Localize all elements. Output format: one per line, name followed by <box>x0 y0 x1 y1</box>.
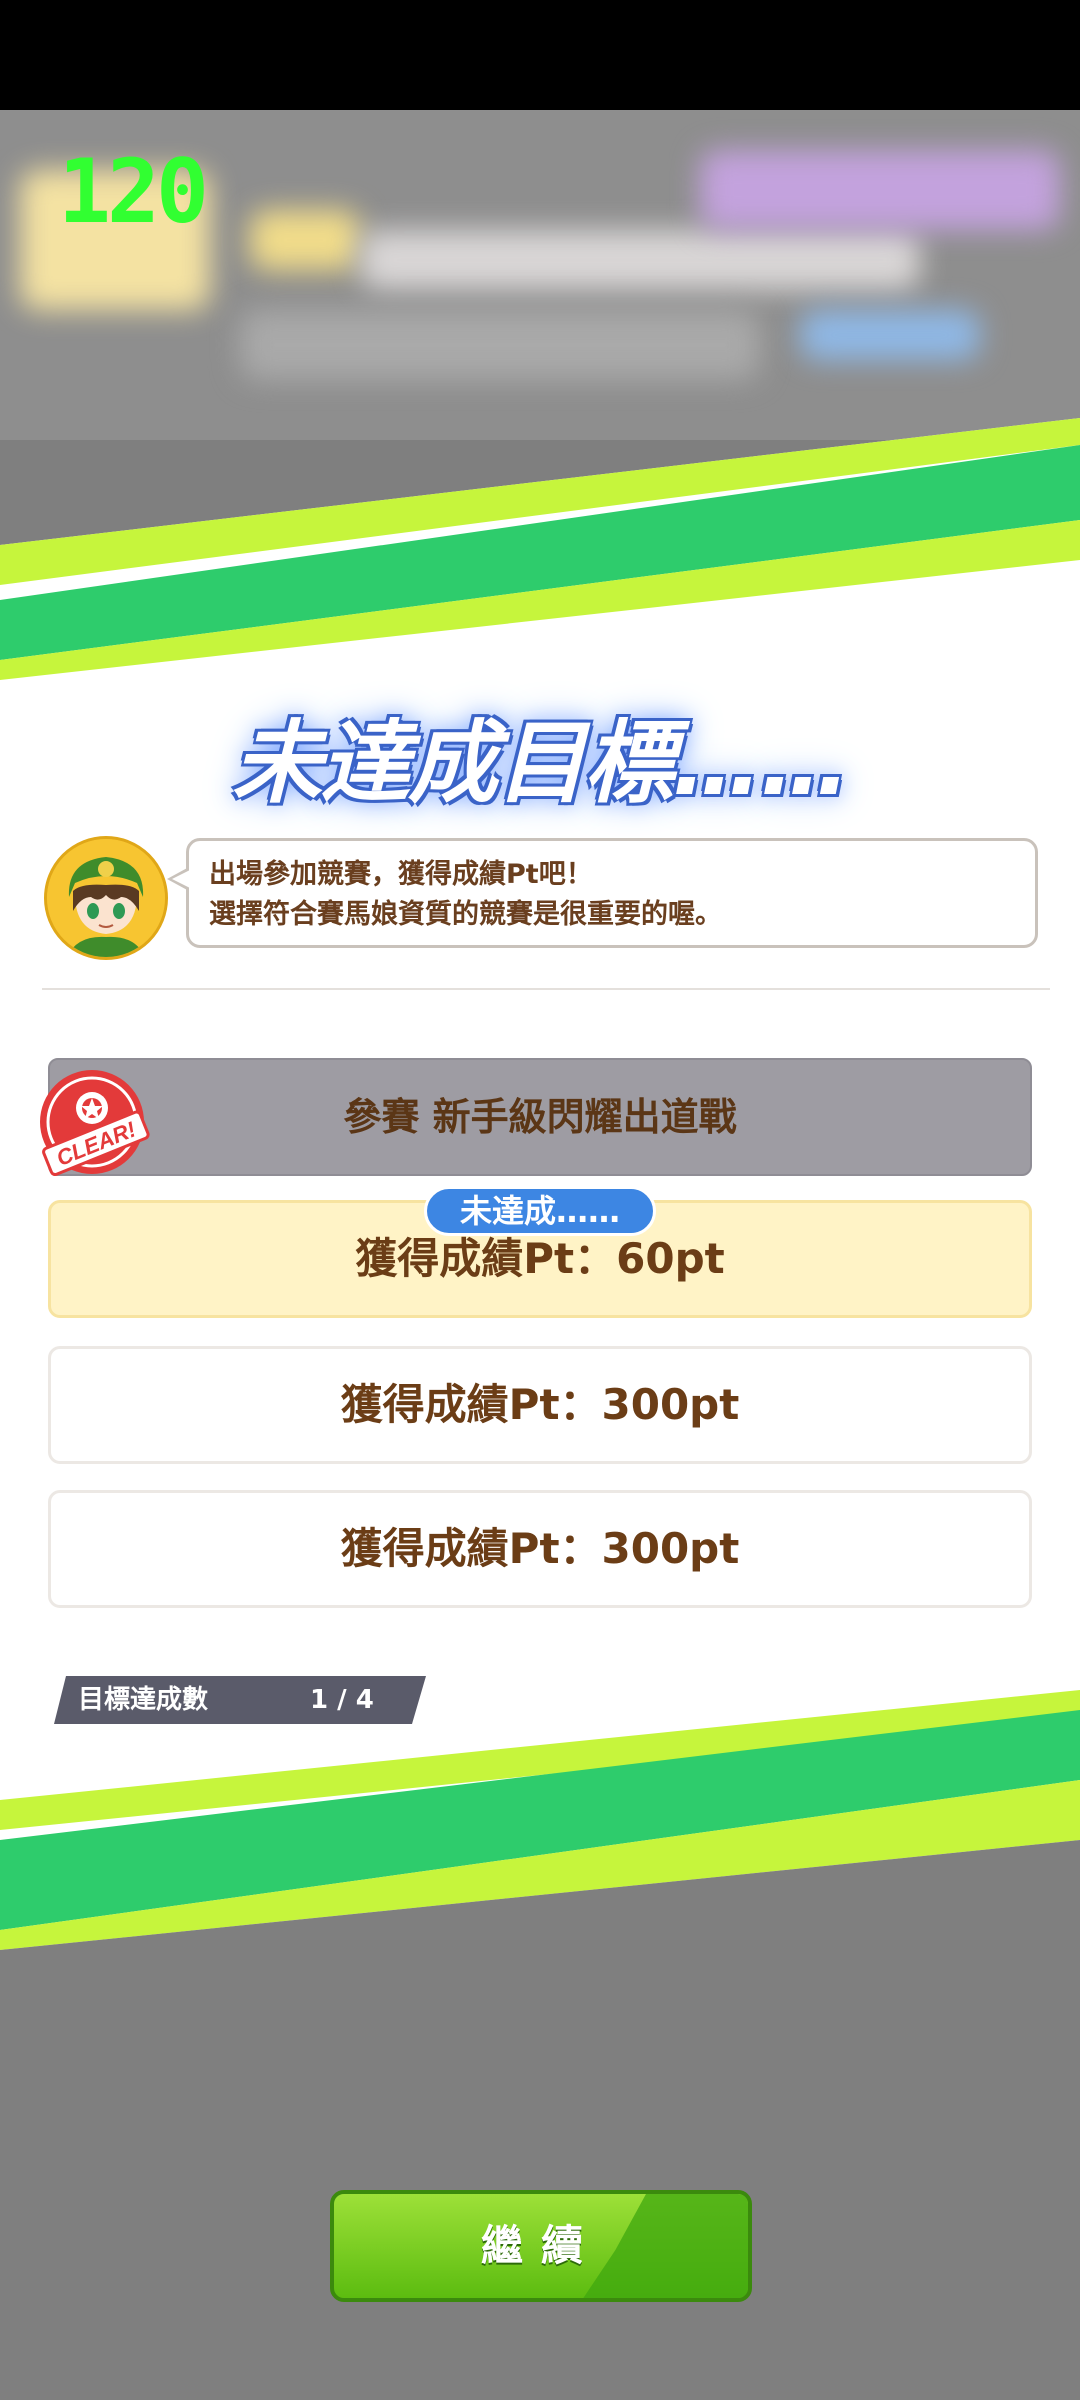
continue-button-label: 繼續 <box>480 2221 601 2270</box>
goal-counter-label: 目標達成數 <box>78 1685 209 1715</box>
target-item-2: 獲得成績Pt：300pt <box>48 1346 1032 1464</box>
target-label-2: 獲得成績Pt：300pt <box>340 1380 740 1429</box>
status-pill: 未達成…… <box>424 1186 656 1236</box>
goal-counter: 目標達成數 1 / 4 <box>54 1676 426 1724</box>
clear-stamp-icon: CLEAR! <box>40 1070 150 1177</box>
trainer-message-bubble: 出場參加競賽，獲得成績Pt吧！ 選擇符合賽馬娘資質的競賽是很重要的喔。 <box>167 838 1038 948</box>
trainer-avatar <box>44 836 168 960</box>
goal-header-label: 參賽 新手級閃耀出道戰 <box>343 1095 737 1139</box>
goal-counter-value: 1 / 4 <box>310 1685 374 1715</box>
goal-header: 參賽 新手級閃耀出道戰 <box>48 1058 1032 1176</box>
continue-button[interactable]: 繼續 <box>330 2190 752 2302</box>
message-line-1: 出場參加競賽，獲得成績Pt吧！ <box>209 859 593 890</box>
target-label-3: 獲得成績Pt：300pt <box>340 1524 740 1573</box>
result-panel: 未達成目標…… 出場參加競賽，獲得成績Pt吧！ 選擇符合賽馬娘資質的競賽是很重要… <box>0 0 1080 2400</box>
message-line-2: 選擇符合賽馬娘資質的競賽是很重要的喔。 <box>209 899 722 930</box>
divider <box>42 988 1050 990</box>
target-item-3: 獲得成績Pt：300pt <box>48 1490 1032 1608</box>
result-title: 未達成目標…… <box>232 711 850 816</box>
